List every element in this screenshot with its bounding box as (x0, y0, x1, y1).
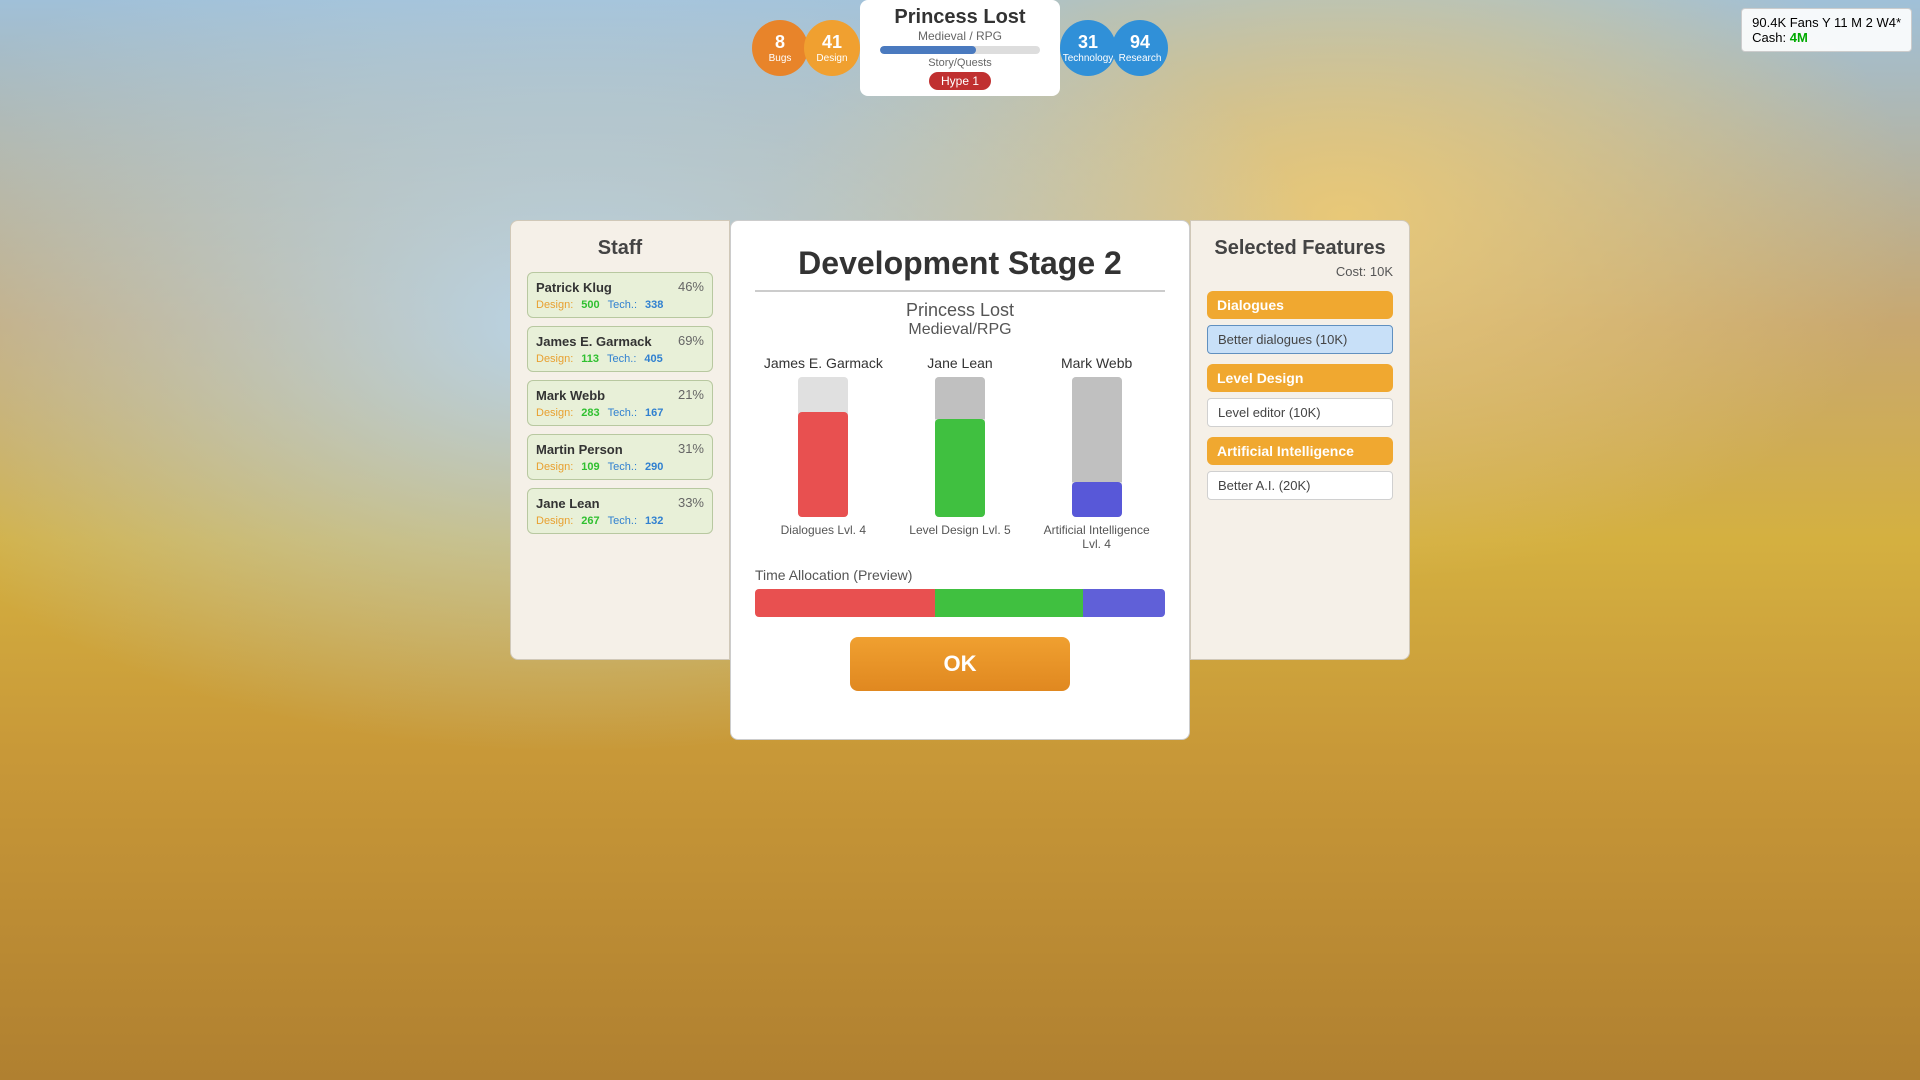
staff-name: Martin Person (536, 442, 623, 457)
feature-category-ai: Artificial Intelligence (1207, 437, 1393, 465)
game-info-hud: Princess Lost Medieval / RPG Story/Quest… (860, 0, 1060, 96)
dialog-game-genre: Medieval/RPG (755, 321, 1165, 339)
staff-col-task: Level Design Lvl. 5 (909, 523, 1010, 537)
hud-progress-fill (880, 46, 976, 54)
time-seg-red (755, 589, 935, 617)
hud-game-title: Princess Lost (880, 6, 1040, 29)
staff-item: Martin Person 31% Design: 109 Tech.: 290 (527, 434, 713, 480)
panels-container: Staff Patrick Klug 46% Design: 500 Tech.… (510, 220, 1410, 740)
features-panel: Selected Features Cost: 10K Dialogues Be… (1190, 220, 1410, 660)
staff-item: Jane Lean 33% Design: 267 Tech.: 132 (527, 488, 713, 534)
staff-name: Mark Webb (536, 388, 605, 403)
hype-badge: Hype 1 (929, 72, 991, 90)
bugs-counter: 8 Bugs (752, 20, 808, 76)
staff-col-name: Mark Webb (1061, 355, 1132, 371)
bar-grey-mark (1072, 377, 1122, 482)
staff-col-jane: Jane Lean Level Design Lvl. 5 (900, 355, 1020, 551)
staff-col-task: Dialogues Lvl. 4 (781, 523, 866, 537)
technology-counter: 31 Technology (1060, 20, 1116, 76)
staff-item: James E. Garmack 69% Design: 113 Tech.: … (527, 326, 713, 372)
feature-item-better-ai[interactable]: Better A.I. (20K) (1207, 471, 1393, 500)
features-cost: Cost: 10K (1207, 264, 1393, 279)
feature-item-level-editor[interactable]: Level editor (10K) (1207, 398, 1393, 427)
fans-display: 90.4K Fans Y 11 M 2 W4* (1752, 15, 1901, 30)
top-right-stats: 90.4K Fans Y 11 M 2 W4* Cash: 4M (1741, 8, 1912, 52)
staff-item: Mark Webb 21% Design: 283 Tech.: 167 (527, 380, 713, 426)
hud-progress-bar (880, 46, 1040, 54)
staff-panel: Staff Patrick Klug 46% Design: 500 Tech.… (510, 220, 730, 660)
time-seg-green (935, 589, 1083, 617)
staff-col-name: Jane Lean (927, 355, 992, 371)
staff-name: Patrick Klug (536, 280, 612, 295)
staff-panel-title: Staff (527, 237, 713, 260)
staff-col-task: Artificial Intelligence Lvl. 4 (1037, 523, 1157, 551)
bar-fill-mark (1072, 482, 1122, 517)
time-alloc-label: Time Allocation (Preview) (755, 567, 1165, 583)
staff-col-james: James E. Garmack Dialogues Lvl. 4 (763, 355, 883, 551)
bar-container-james (798, 377, 848, 517)
feature-category-leveldesign: Level Design (1207, 364, 1393, 392)
dev-dialog: Development Stage 2 Princess Lost Mediev… (730, 220, 1190, 740)
feature-category-dialogues: Dialogues (1207, 291, 1393, 319)
staff-col-mark: Mark Webb Artificial Intelligence Lvl. 4 (1037, 355, 1157, 551)
staff-stats: Design: 283 Tech.: 167 (536, 407, 704, 419)
research-counter: 94 Research (1112, 20, 1168, 76)
ok-button[interactable]: OK (850, 637, 1070, 691)
hud-game-genre: Medieval / RPG (880, 29, 1040, 43)
bar-fill-jane (935, 419, 985, 517)
staff-stats: Design: 500 Tech.: 338 (536, 299, 704, 311)
feature-item-better-dialogues[interactable]: Better dialogues (10K) (1207, 325, 1393, 354)
features-panel-title: Selected Features (1207, 237, 1393, 260)
time-seg-blue (1083, 589, 1165, 617)
staff-item: Patrick Klug 46% Design: 500 Tech.: 338 (527, 272, 713, 318)
staff-assignment: James E. Garmack Dialogues Lvl. 4 Jane L… (755, 355, 1165, 551)
staff-name: Jane Lean (536, 496, 600, 511)
bar-container-mark (1072, 377, 1122, 517)
time-alloc-bar (755, 589, 1165, 617)
divider (755, 290, 1165, 292)
staff-stats: Design: 113 Tech.: 405 (536, 353, 704, 365)
staff-stats: Design: 267 Tech.: 132 (536, 515, 704, 527)
design-counter: 41 Design (804, 20, 860, 76)
bar-fill-james (798, 412, 848, 517)
dialog-title: Development Stage 2 (755, 245, 1165, 282)
staff-stats: Design: 109 Tech.: 290 (536, 461, 704, 473)
top-hud: 8 Bugs 41 Design Princess Lost Medieval … (752, 0, 1168, 96)
cash-display: Cash: 4M (1752, 30, 1901, 45)
hud-progress-label: Story/Quests (880, 57, 1040, 69)
staff-name: James E. Garmack (536, 334, 652, 349)
bar-grey-jane (935, 377, 985, 419)
bar-container-jane (935, 377, 985, 517)
staff-col-name: James E. Garmack (764, 355, 883, 371)
dialog-game-name: Princess Lost (755, 300, 1165, 321)
